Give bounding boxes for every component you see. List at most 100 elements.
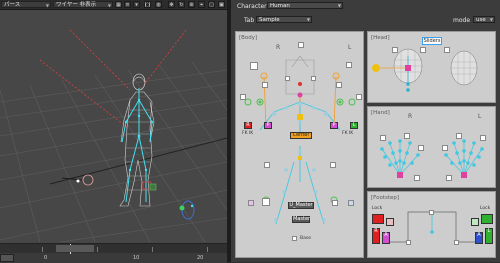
gizmo-green-handle[interactable] [179, 205, 185, 211]
foot-l-heel[interactable]: L [485, 228, 493, 244]
chevron-down-icon: ▼ [337, 3, 341, 8]
footstep-ctrl-square[interactable] [454, 240, 459, 245]
tab-select[interactable]: Sample ▼ [256, 16, 312, 23]
character-wireframe[interactable] [119, 73, 155, 207]
body-ctrl-square[interactable] [298, 42, 304, 48]
hand-ctrl-square[interactable] [442, 145, 448, 151]
character-select[interactable]: Human ▼ [267, 2, 343, 9]
body-ctrl-square[interactable] [262, 198, 270, 206]
hand-ctrl-square[interactable] [414, 175, 420, 181]
body-ctrl-square[interactable] [332, 200, 338, 206]
zoom-icon[interactable]: ⊕ [188, 1, 195, 8]
body-ctrl-square[interactable] [330, 162, 336, 168]
center-button[interactable]: Center [290, 132, 312, 139]
gizmo-cyan-handle[interactable] [190, 204, 194, 208]
p-right-marker[interactable]: P [330, 122, 338, 129]
maximize-icon[interactable]: ▣ [218, 1, 225, 8]
body-ctrl-square[interactable] [250, 62, 258, 70]
tab-label: Tab [244, 17, 255, 24]
u-master-button[interactable]: U_Master [288, 202, 314, 209]
display-mode-dropdown[interactable]: ワイヤー 非表示 ▼ [53, 1, 113, 8]
body-ctrl-square[interactable] [264, 162, 270, 168]
grid-icon[interactable]: ▦ [115, 1, 122, 8]
mode-label: mode [453, 17, 471, 24]
footstep-section: [Footstep] Lock Lock R A L A [367, 191, 496, 258]
foot-a-left[interactable]: A [382, 232, 390, 244]
character-picker-panel: Character Human ▼ Tab Sample ▼ mode use … [231, 0, 500, 262]
foot-r-lock[interactable] [372, 214, 384, 224]
character-label: Character [237, 3, 267, 10]
pivot-gizmo[interactable] [82, 174, 94, 186]
hand-ctrl-square[interactable] [418, 145, 424, 151]
foot-l-sub[interactable] [471, 218, 479, 226]
view-mode-dropdown[interactable]: パース ▼ [1, 1, 51, 8]
footstep-ctrl-square[interactable] [429, 210, 434, 215]
3d-viewport[interactable]: パース ▼ ワイヤー 非表示 ▼ ▦ ≡ ▾ ◙ ◍ ✥ ↻ ⊕ ⌖ ▢ ▣ 0… [0, 0, 227, 263]
chevron-down-icon: ▼ [107, 3, 111, 8]
body-ctrl-square[interactable] [285, 76, 290, 81]
chevron-down-icon: ▼ [306, 17, 310, 22]
light-icon[interactable]: ◍ [155, 1, 162, 8]
hand-ctrl-square[interactable] [480, 135, 486, 141]
settings-icon[interactable]: ▾ [133, 1, 140, 8]
timeline-tick-label: 0 [44, 255, 48, 261]
body-ctrl-square[interactable] [311, 76, 316, 81]
rotate-icon[interactable]: ↻ [178, 1, 185, 8]
body-ctrl-square[interactable] [356, 94, 362, 100]
head-section: [Head] Sliders [367, 31, 496, 103]
timeline-tick-label: 10 [133, 255, 140, 261]
timeline-track[interactable] [0, 244, 227, 253]
body-ctrl-square[interactable] [346, 62, 352, 68]
pivot-dot [76, 179, 80, 183]
p-left-marker[interactable]: P [264, 122, 272, 129]
body-section: [Body] R L R P P L FK IK FK IK Center U_… [235, 31, 364, 258]
mode-select[interactable]: use ▼ [473, 16, 495, 23]
scene-view[interactable] [0, 10, 227, 242]
footstep-ctrl-square[interactable] [406, 240, 411, 245]
character-value: Human [270, 3, 290, 9]
head-ctrl-square[interactable] [420, 47, 426, 53]
viewport-toolbar: パース ▼ ワイヤー 非表示 ▼ ▦ ≡ ▾ ◙ ◍ ✥ ↻ ⊕ ⌖ ▢ ▣ [0, 0, 227, 10]
hand-ctrl-square[interactable] [380, 135, 386, 141]
body-ctrl-square[interactable] [262, 82, 268, 88]
hide-label: 非表示 [79, 2, 97, 8]
list-icon[interactable]: ≡ [124, 1, 131, 8]
body-ctrl-square[interactable] [240, 94, 246, 100]
hand-ctrl-square[interactable] [456, 133, 462, 139]
l-arm-marker[interactable]: L [350, 122, 358, 129]
body-ctrl-square[interactable] [248, 200, 254, 206]
hand-ctrl-square[interactable] [404, 133, 410, 139]
camera-icon[interactable]: ◙ [144, 1, 151, 8]
tab-value: Sample [259, 17, 280, 23]
base-ctrl-square[interactable] [292, 236, 297, 241]
foot-l-lock[interactable] [481, 214, 493, 224]
timeline[interactable]: 0 10 20 [0, 243, 227, 263]
base-label: Base [300, 236, 311, 241]
timeline-range[interactable] [56, 245, 94, 252]
x-axis-line [49, 137, 227, 185]
foot-r-heel[interactable]: R [372, 228, 380, 244]
r-arm-marker[interactable]: R [244, 122, 252, 129]
head-diagram [372, 48, 478, 92]
display-mode-label: ワイヤー [56, 2, 78, 8]
fit-icon[interactable]: ▢ [208, 1, 215, 8]
timeline-start-button[interactable] [0, 254, 14, 262]
chevron-down-icon: ▼ [489, 17, 493, 22]
head-ctrl-square[interactable] [392, 47, 398, 53]
pan-icon[interactable]: ⌖ [198, 1, 205, 8]
body-ctrl-square[interactable] [336, 82, 342, 88]
timeline-tick-label: 20 [197, 255, 204, 261]
master-button[interactable]: Master [292, 216, 310, 223]
hands-diagram [380, 139, 484, 178]
hand-ctrl-square[interactable] [446, 175, 452, 181]
hand-section: [Hand] R L [367, 106, 496, 188]
foot-a-right[interactable]: A [475, 232, 483, 244]
foot-controller-left[interactable] [149, 183, 157, 191]
move-icon[interactable]: ✥ [168, 1, 175, 8]
body-ctrl-square[interactable] [348, 200, 354, 206]
head-ctrl-square[interactable] [444, 47, 450, 53]
fk-ik-left-label: FK IK [242, 131, 254, 136]
mode-value: use [476, 17, 486, 23]
foot-r-sub[interactable] [386, 218, 394, 226]
view-mode-label: パース [4, 2, 21, 8]
